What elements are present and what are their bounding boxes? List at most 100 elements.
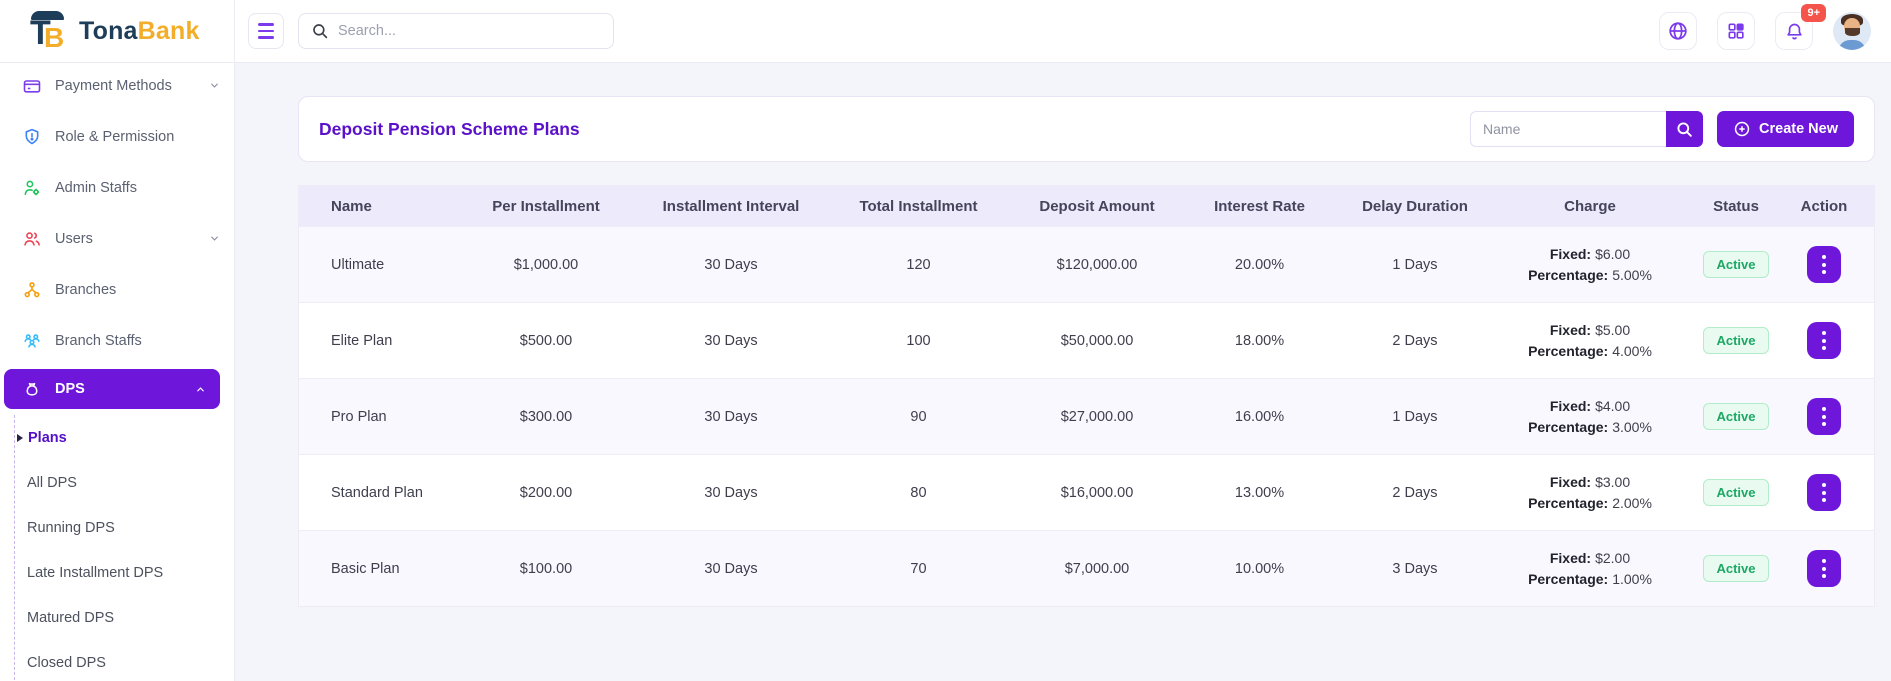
- row-actions-button[interactable]: [1807, 246, 1841, 283]
- charge-fixed-line: Fixed:$3.00: [1550, 472, 1630, 493]
- status-cell: Active: [1696, 303, 1776, 378]
- sidebar-item-role-permission[interactable]: Role & Permission: [0, 111, 234, 162]
- global-search-input[interactable]: [338, 23, 601, 39]
- action-cell: [1776, 531, 1872, 606]
- column-header-charge: Charge: [1484, 186, 1696, 226]
- chevron-down-icon: [209, 80, 220, 91]
- sidebar-item-label: Branch Staffs: [55, 333, 142, 349]
- users-icon: [22, 229, 42, 249]
- submenu-item-all-dps[interactable]: All DPS: [15, 460, 234, 505]
- sidebar-item-label: Users: [55, 231, 93, 247]
- brand-logo[interactable]: TB TonaBank: [0, 0, 235, 62]
- per-installment-cell: $300.00: [446, 379, 646, 454]
- submenu-item-label: Late Installment DPS: [27, 565, 163, 581]
- table-row: Ultimate $1,000.00 30 Days 120 $120,000.…: [299, 226, 1874, 302]
- status-cell: Active: [1696, 455, 1776, 530]
- ellipsis-vertical-icon: [1822, 331, 1826, 335]
- page-header-card: Deposit Pension Scheme Plans Create New: [298, 96, 1875, 162]
- chevron-up-icon: [195, 384, 206, 395]
- notifications-button[interactable]: 9+: [1775, 12, 1813, 50]
- submenu-item-label: Closed DPS: [27, 655, 106, 671]
- submenu-item-plans[interactable]: Plans: [15, 415, 234, 460]
- global-search: [298, 13, 614, 49]
- submenu-item-label: Matured DPS: [27, 610, 114, 626]
- status-badge: Active: [1703, 403, 1768, 430]
- status-badge: Active: [1703, 251, 1768, 278]
- ellipsis-vertical-icon: [1822, 407, 1826, 411]
- per-installment-cell: $200.00: [446, 455, 646, 530]
- per-installment-cell: $100.00: [446, 531, 646, 606]
- column-header-deposit-amount: Deposit Amount: [1021, 186, 1173, 226]
- deposit-amount-cell: $27,000.00: [1021, 379, 1173, 454]
- charge-cell: Fixed:$2.00 Percentage:1.00%: [1484, 531, 1696, 606]
- sidebar-item-label: Payment Methods: [55, 78, 172, 94]
- charge-cell: Fixed:$6.00 Percentage:5.00%: [1484, 227, 1696, 302]
- action-cell: [1776, 227, 1872, 302]
- table-body: Ultimate $1,000.00 30 Days 120 $120,000.…: [299, 226, 1874, 606]
- submenu-item-label: All DPS: [27, 475, 77, 491]
- action-cell: [1776, 303, 1872, 378]
- installment-interval-cell: 30 Days: [646, 303, 816, 378]
- sidebar-item-label: DPS: [55, 381, 85, 397]
- deposit-amount-cell: $7,000.00: [1021, 531, 1173, 606]
- column-header-installment-interval: Installment Interval: [646, 186, 816, 226]
- brand-logo-icon: TB: [28, 9, 70, 53]
- column-header-name: Name: [299, 186, 446, 226]
- table-row: Standard Plan $200.00 30 Days 80 $16,000…: [299, 454, 1874, 530]
- charge-fixed-line: Fixed:$6.00: [1550, 244, 1630, 265]
- column-header-per-installment: Per Installment: [446, 186, 646, 226]
- column-header-delay-duration: Delay Duration: [1346, 186, 1484, 226]
- table-header-row: Name Per Installment Installment Interva…: [299, 186, 1874, 226]
- row-actions-button[interactable]: [1807, 322, 1841, 359]
- deposit-amount-cell: $120,000.00: [1021, 227, 1173, 302]
- sidebar-item-dps[interactable]: DPS: [4, 369, 220, 409]
- delay-duration-cell: 3 Days: [1346, 531, 1484, 606]
- row-actions-button[interactable]: [1807, 550, 1841, 587]
- filter-search-button[interactable]: [1666, 111, 1703, 147]
- team-icon: [22, 331, 42, 351]
- row-actions-button[interactable]: [1807, 398, 1841, 435]
- column-header-action: Action: [1776, 186, 1872, 226]
- table-row: Basic Plan $100.00 30 Days 70 $7,000.00 …: [299, 530, 1874, 606]
- plan-name-cell: Elite Plan: [299, 303, 446, 378]
- apps-menu-button[interactable]: [1717, 12, 1755, 50]
- submenu-item-label: Plans: [28, 430, 67, 446]
- language-button[interactable]: [1659, 12, 1697, 50]
- delay-duration-cell: 2 Days: [1346, 455, 1484, 530]
- sidebar-toggle-button[interactable]: [248, 13, 284, 49]
- table-row: Elite Plan $500.00 30 Days 100 $50,000.0…: [299, 302, 1874, 378]
- charge-percentage-line: Percentage:3.00%: [1528, 417, 1652, 438]
- per-installment-cell: $500.00: [446, 303, 646, 378]
- user-avatar[interactable]: [1833, 12, 1871, 50]
- submenu-item-running-dps[interactable]: Running DPS: [15, 505, 234, 550]
- total-installment-cell: 120: [816, 227, 1021, 302]
- hierarchy-icon: [22, 280, 42, 300]
- submenu-item-matured-dps[interactable]: Matured DPS: [15, 595, 234, 640]
- money-bag-icon: [22, 379, 42, 399]
- deposit-amount-cell: $50,000.00: [1021, 303, 1173, 378]
- interest-rate-cell: 10.00%: [1173, 531, 1346, 606]
- chevron-down-icon: [209, 233, 220, 244]
- submenu-item-late-installment-dps[interactable]: Late Installment DPS: [15, 550, 234, 595]
- sidebar-item-admin-staffs[interactable]: Admin Staffs: [0, 162, 234, 213]
- delay-duration-cell: 1 Days: [1346, 227, 1484, 302]
- action-cell: [1776, 455, 1872, 530]
- sidebar-item-users[interactable]: Users: [0, 213, 234, 264]
- wallet-icon: [22, 76, 42, 96]
- charge-percentage-line: Percentage:1.00%: [1528, 569, 1652, 590]
- sidebar-item-label: Admin Staffs: [55, 180, 137, 196]
- ellipsis-vertical-icon: [1822, 483, 1826, 487]
- sidebar-item-branch-staffs[interactable]: Branch Staffs: [0, 315, 234, 366]
- plus-circle-icon: [1733, 120, 1751, 138]
- dps-submenu: Plans All DPS Running DPS Late Installme…: [14, 415, 234, 681]
- sidebar-item-branches[interactable]: Branches: [0, 264, 234, 315]
- plans-table: Name Per Installment Installment Interva…: [298, 185, 1875, 607]
- interest-rate-cell: 13.00%: [1173, 455, 1346, 530]
- caret-right-icon: [17, 434, 23, 442]
- row-actions-button[interactable]: [1807, 474, 1841, 511]
- name-filter-input[interactable]: [1470, 111, 1666, 147]
- submenu-item-closed-dps[interactable]: Closed DPS: [15, 640, 234, 681]
- create-new-button[interactable]: Create New: [1717, 111, 1854, 147]
- sidebar-item-label: Role & Permission: [55, 129, 174, 145]
- status-badge: Active: [1703, 479, 1768, 506]
